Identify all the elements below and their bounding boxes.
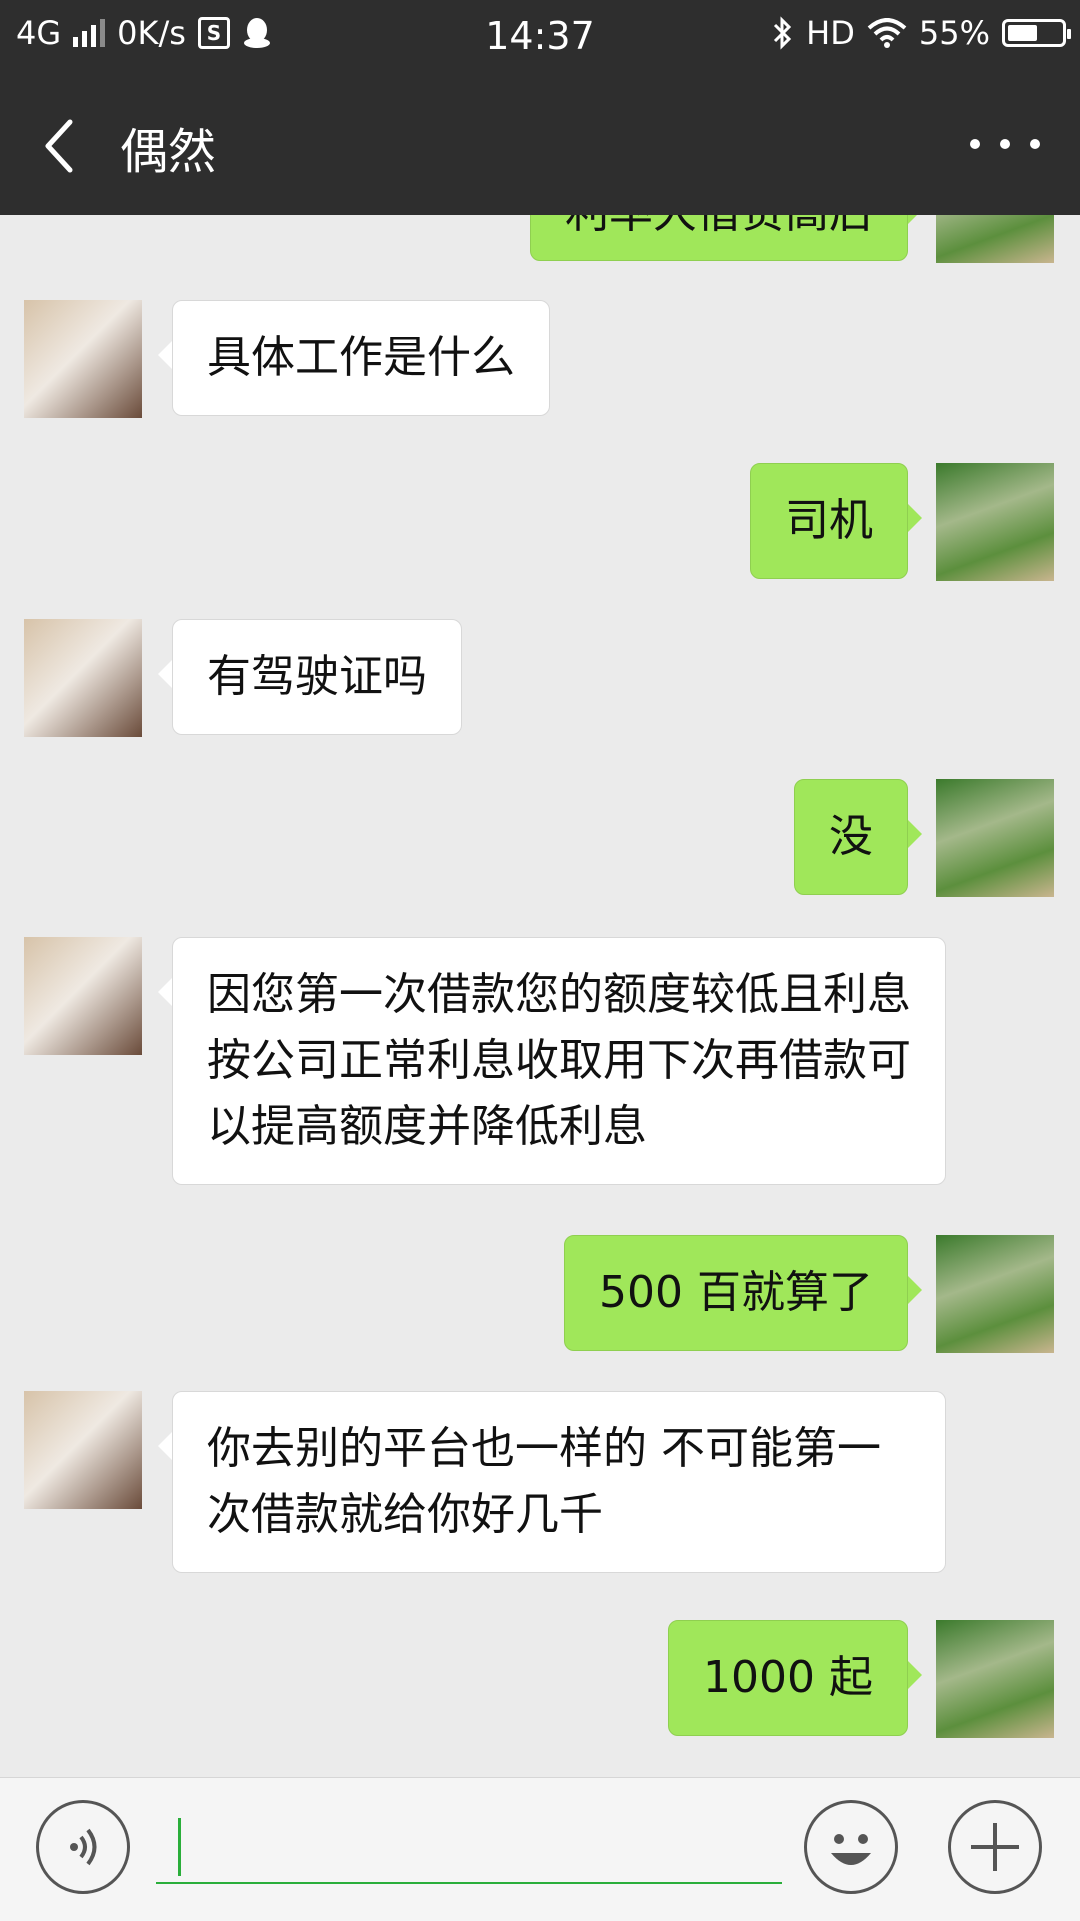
voice-button[interactable] xyxy=(36,1800,130,1894)
message-list[interactable]: 利率大借贷高后 具体工作是什么 司机 有驾驶证吗 没 因您第一次借款您的额度较低… xyxy=(0,215,1080,1777)
top-bar: 4G 0K/s S 14:37 HD 55% 偶然 xyxy=(0,0,1080,215)
more-dots-icon xyxy=(970,139,980,149)
my-avatar[interactable] xyxy=(936,215,1054,263)
message-bubble-outgoing[interactable]: 1000 起 xyxy=(668,1620,922,1736)
message-input[interactable] xyxy=(156,1810,782,1884)
plus-icon xyxy=(971,1823,1019,1871)
message-bubble-outgoing[interactable]: 司机 xyxy=(750,463,922,579)
status-bar: 4G 0K/s S 14:37 HD 55% xyxy=(0,0,1080,74)
voice-icon xyxy=(70,1828,97,1866)
message-bubble-incoming[interactable]: 有驾驶证吗 xyxy=(158,619,462,735)
chat-header: 偶然 xyxy=(0,74,1080,215)
chat-title: 偶然 xyxy=(120,126,217,179)
emoji-button[interactable] xyxy=(804,1800,898,1894)
contact-avatar[interactable] xyxy=(24,1391,142,1509)
bluetooth-icon xyxy=(774,16,792,50)
wifi-icon xyxy=(867,18,907,48)
my-avatar[interactable] xyxy=(936,779,1054,897)
emoji-icon xyxy=(831,1834,871,1865)
contact-avatar[interactable] xyxy=(24,300,142,418)
my-avatar[interactable] xyxy=(936,1235,1054,1353)
battery-percent: 55% xyxy=(918,14,990,52)
contact-avatar[interactable] xyxy=(24,619,142,737)
message-bubble-incoming[interactable]: 具体工作是什么 xyxy=(158,300,550,416)
my-avatar[interactable] xyxy=(936,1620,1054,1738)
back-button[interactable] xyxy=(40,116,90,176)
message-bubble-incoming[interactable]: 因您第一次借款您的额度较低且利息按公司正常利息收取用下次再借款可以提高额度并降低… xyxy=(158,937,946,1185)
more-actions-button[interactable] xyxy=(948,1800,1042,1894)
message-bubble-incoming[interactable]: 你去别的平台也一样的 不可能第一次借款就给你好几千 xyxy=(158,1391,946,1573)
my-avatar[interactable] xyxy=(936,463,1054,581)
input-bar xyxy=(0,1777,1080,1921)
hd-label: HD xyxy=(806,14,855,52)
more-button[interactable] xyxy=(970,124,1040,164)
message-bubble-outgoing[interactable]: 500 百就算了 xyxy=(564,1235,922,1351)
text-cursor xyxy=(178,1818,181,1876)
message-bubble-outgoing[interactable]: 利率大借贷高后 xyxy=(530,215,922,261)
message-bubble-outgoing[interactable]: 没 xyxy=(794,779,922,895)
chevron-left-icon xyxy=(45,119,73,173)
contact-avatar[interactable] xyxy=(24,937,142,1055)
battery-icon xyxy=(1002,19,1071,47)
